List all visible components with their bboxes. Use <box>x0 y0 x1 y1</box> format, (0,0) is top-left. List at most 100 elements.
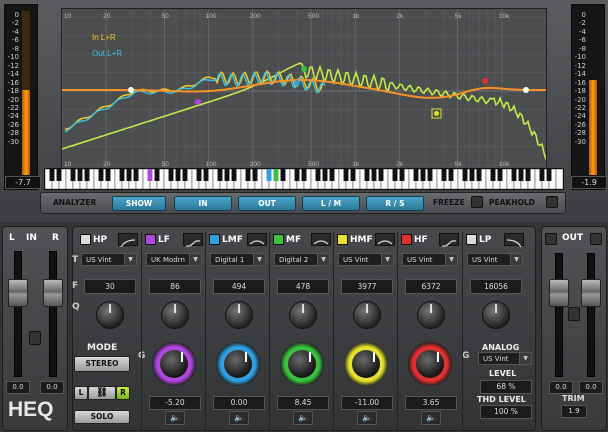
mode-right-button[interactable]: R <box>116 386 130 400</box>
piano-black-key <box>476 169 482 181</box>
analyzer-rs-button[interactable]: R / S <box>366 196 424 211</box>
band-solo-speaker-icon[interactable]: 🔈 <box>421 411 441 425</box>
peakhold-toggle[interactable] <box>546 196 558 208</box>
band-mf-toggle[interactable]: MF <box>273 234 301 246</box>
band-gain-knob[interactable] <box>280 342 324 386</box>
band-gain-value[interactable]: 0.00 <box>213 396 265 410</box>
piano-black-key <box>441 169 447 181</box>
trim-value[interactable]: 1.9 <box>561 405 587 418</box>
analyzer-lm-button[interactable]: L / M <box>302 196 360 211</box>
lp-band-handle[interactable] <box>523 87 529 93</box>
band-shape-icon[interactable] <box>504 233 524 248</box>
band-type-select[interactable]: US Vint ▼ <box>338 253 394 266</box>
band-hp-toggle[interactable]: HP <box>80 234 107 246</box>
band-type-select[interactable]: Digital 2 ▼ <box>274 253 330 266</box>
band-gain-knob[interactable] <box>152 342 196 386</box>
band-shape-icon[interactable] <box>439 233 459 247</box>
band-enable-led[interactable] <box>145 234 156 245</box>
output-right-fader-track <box>587 253 595 377</box>
band-gain-value[interactable]: -11.00 <box>341 396 393 410</box>
band-frequency-value[interactable]: 30 <box>84 279 136 294</box>
input-link-toggle[interactable] <box>29 331 41 345</box>
band-hf-toggle[interactable]: HF <box>401 234 428 246</box>
analog-level-value[interactable]: 68 % <box>480 380 532 394</box>
thd-level-value[interactable]: 100 % <box>480 405 532 419</box>
output-right-toggle[interactable] <box>590 233 602 245</box>
band-lmf-toggle[interactable]: LMF <box>209 234 243 246</box>
band-type-value: UK Modrn <box>151 256 185 264</box>
band-gain-knob[interactable] <box>344 342 388 386</box>
lf-band-handle[interactable] <box>195 99 201 105</box>
band-hmf-toggle[interactable]: HMF <box>337 234 373 246</box>
band-solo-speaker-icon[interactable]: 🔈 <box>165 411 185 425</box>
band-enable-led[interactable] <box>401 234 412 245</box>
band-lf-toggle[interactable]: LF <box>145 234 170 246</box>
band-enable-led[interactable] <box>209 234 220 245</box>
output-right-value[interactable]: 0.0 <box>579 381 603 394</box>
band-shape-icon[interactable] <box>183 233 203 247</box>
band-type-select[interactable]: US Vint ▼ <box>81 253 137 266</box>
band-enable-led[interactable] <box>466 234 477 245</box>
band-q-knob[interactable] <box>96 301 124 329</box>
solo-button[interactable]: SOLO <box>74 410 130 424</box>
band-type-select[interactable]: US Vint ▼ <box>467 253 523 266</box>
band-enable-led[interactable] <box>337 234 348 245</box>
band-solo-speaker-icon[interactable]: 🔈 <box>357 411 377 425</box>
input-left-value[interactable]: 0.0 <box>6 381 30 394</box>
input-right-value[interactable]: 0.0 <box>40 381 64 394</box>
band-enable-led[interactable] <box>80 234 91 245</box>
mode-left-button[interactable]: L <box>74 386 88 400</box>
band-type-select[interactable]: UK Modrn ▼ <box>146 253 202 266</box>
band-gain-value[interactable]: 3.65 <box>405 396 457 410</box>
output-link-toggle[interactable] <box>568 307 580 321</box>
output-right-fader[interactable] <box>581 279 601 307</box>
piano-black-key <box>168 169 174 181</box>
band-shape-icon[interactable] <box>247 233 267 246</box>
band-q-knob[interactable] <box>482 301 510 329</box>
band-frequency-value[interactable]: 3977 <box>341 279 393 294</box>
band-type-select[interactable]: Digital 1 ▼ <box>210 253 266 266</box>
link-icon: ⛓ <box>96 388 108 398</box>
hf-band-handle[interactable] <box>482 78 488 84</box>
band-frequency-value[interactable]: 494 <box>213 279 265 294</box>
analog-type-select[interactable]: US Vint ▼ <box>478 352 532 365</box>
band-frequency-value[interactable]: 16056 <box>470 279 522 294</box>
band-lp-toggle[interactable]: LP <box>466 234 491 246</box>
band-frequency-value[interactable]: 86 <box>149 279 201 294</box>
band-frequency-value[interactable]: 6372 <box>405 279 457 294</box>
band-frequency-value[interactable]: 478 <box>277 279 329 294</box>
lmf-band-handle[interactable] <box>294 80 300 86</box>
piano-black-key <box>56 169 62 181</box>
analyzer-show-button[interactable]: SHOW <box>112 196 166 211</box>
band-enable-led[interactable] <box>273 234 284 245</box>
band-q-knob[interactable] <box>353 301 381 329</box>
eq-graph-canvas[interactable]: 10 10 20 20 50 50 100 100 200 200 500 500 1k 1k 2k 2k 5k… <box>48 9 560 170</box>
analyzer-in-button[interactable]: IN <box>174 196 232 211</box>
analyzer-out-button[interactable]: OUT <box>238 196 296 211</box>
band-shape-icon[interactable] <box>311 233 331 246</box>
mf-band-handle[interactable] <box>301 66 307 72</box>
output-left-fader[interactable] <box>549 279 569 307</box>
band-q-knob[interactable] <box>417 301 445 329</box>
band-gain-knob[interactable] <box>408 342 452 386</box>
band-shape-icon[interactable] <box>118 233 138 248</box>
freeze-toggle[interactable] <box>471 196 483 208</box>
hp-band-handle[interactable] <box>128 87 134 93</box>
band-type-select[interactable]: US Vint ▼ <box>402 253 458 266</box>
band-gain-value[interactable]: -5.20 <box>149 396 201 410</box>
band-q-knob[interactable] <box>289 301 317 329</box>
band-solo-speaker-icon[interactable]: 🔈 <box>293 411 313 425</box>
input-left-fader[interactable] <box>8 279 28 307</box>
output-left-value[interactable]: 0.0 <box>549 381 573 394</box>
input-right-fader[interactable] <box>43 279 63 307</box>
eq-graph[interactable]: 10 10 20 20 50 50 100 100 200 200 500 500 1k 1k 2k 2k 5k… <box>48 8 560 170</box>
mode-link-button[interactable]: ⛓ <box>88 386 116 400</box>
band-solo-speaker-icon[interactable]: 🔈 <box>229 411 249 425</box>
band-gain-value[interactable]: 8.45 <box>277 396 329 410</box>
band-shape-icon[interactable] <box>375 233 395 246</box>
output-left-toggle[interactable] <box>545 233 557 245</box>
band-q-knob[interactable] <box>225 301 253 329</box>
band-q-knob[interactable] <box>161 301 189 329</box>
band-gain-knob[interactable] <box>216 342 260 386</box>
mode-stereo-button[interactable]: STEREO <box>74 356 130 372</box>
